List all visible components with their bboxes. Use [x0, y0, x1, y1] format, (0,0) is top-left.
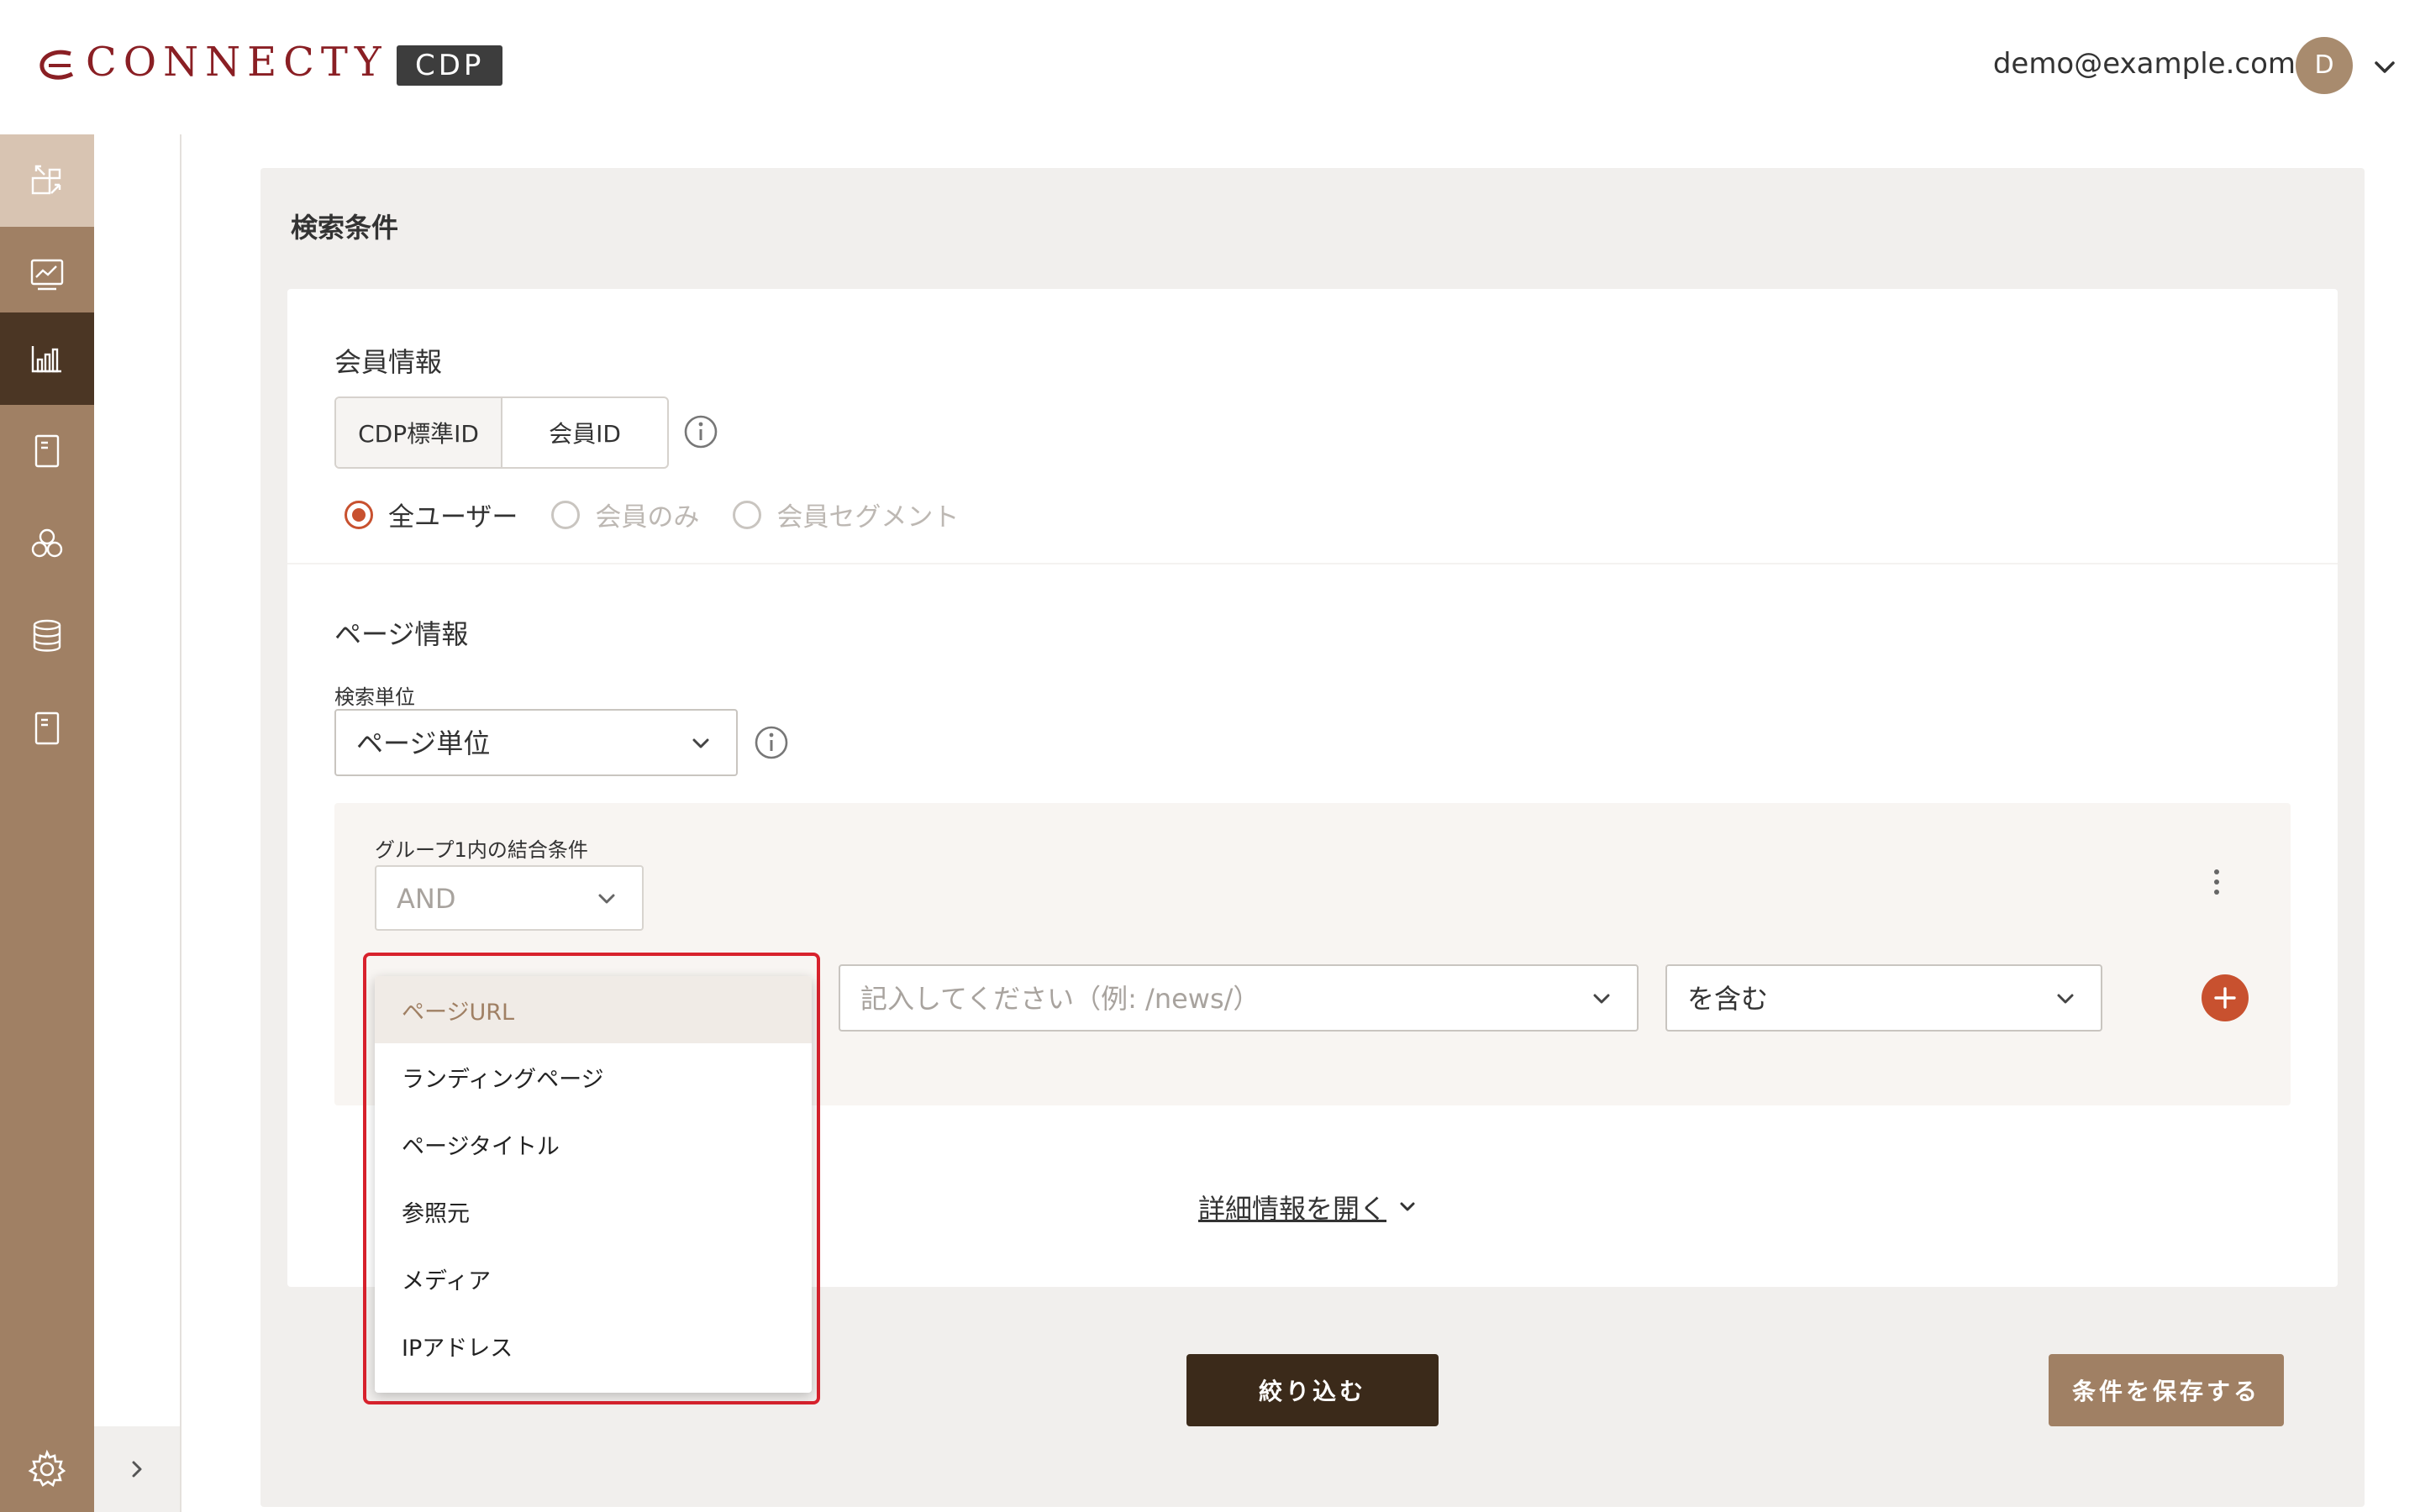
chevron-down-icon [598, 894, 615, 904]
attribute-dropdown-menu: ページURL ランディングページ ページタイトル 参照元 メディア IPアドレス [375, 976, 812, 1393]
sidebar-item-segments[interactable] [0, 497, 94, 590]
avatar[interactable]: D [2296, 37, 2353, 94]
sidebar-item-documents[interactable] [0, 405, 94, 497]
save-conditions-button[interactable]: 条件を保存する [2049, 1354, 2284, 1426]
plus-icon [2214, 987, 2236, 1009]
open-details-label: 詳細情報を開く [1198, 1193, 1387, 1225]
sidebar-item-database[interactable] [0, 590, 94, 682]
logo-badge: CDP [397, 45, 503, 86]
add-condition-button[interactable] [2202, 974, 2249, 1021]
top-header: CONNECTY CDP demo@example.com D [0, 0, 2420, 134]
logo-text: CONNECTY [86, 39, 388, 86]
operator-value: を含む [1687, 983, 1769, 1015]
open-details-link[interactable]: 詳細情報を開く [1198, 1188, 1420, 1226]
toggle-cdp-id[interactable]: CDP標準ID [336, 398, 502, 467]
chevron-down-icon [1400, 1202, 1415, 1211]
radio-label: 全ユーザー [388, 502, 518, 533]
page-title: 検索条件 [291, 212, 399, 244]
chevron-down-icon [2057, 994, 2074, 1004]
chevron-down-icon [1593, 994, 1610, 1004]
radio-label: 会員セグメント [776, 502, 960, 533]
logo-mark-icon [39, 50, 74, 80]
chevron-right-icon [132, 1461, 142, 1478]
member-scope-radios: 全ユーザー 会員のみ 会員セグメント [345, 496, 992, 533]
sidebar-item-settings[interactable] [0, 1426, 94, 1512]
sidebar [0, 134, 94, 1512]
id-type-toggle: CDP標準ID 会員ID [334, 396, 669, 469]
dropdown-option-page-url[interactable]: ページURL [375, 976, 812, 1043]
user-email[interactable]: demo@example.com [1993, 47, 2296, 81]
segment-circles-icon [31, 528, 63, 558]
search-unit-label: 検索単位 [334, 685, 415, 709]
dropdown-option-media[interactable]: メディア [375, 1245, 812, 1312]
dropdown-option-landing-page[interactable]: ランディングページ [375, 1043, 812, 1110]
gear-icon [28, 1449, 66, 1488]
more-options-icon[interactable] [2207, 865, 2227, 899]
sidebar-item-analytics[interactable] [0, 312, 94, 405]
dropdown-option-ip-address[interactable]: IPアドレス [375, 1312, 812, 1379]
monitor-chart-icon [30, 259, 64, 291]
join-condition-label: グループ1内の結合条件 [375, 838, 588, 862]
sidebar-item-reports[interactable] [0, 682, 94, 774]
section-divider [287, 563, 2338, 564]
info-icon[interactable] [682, 413, 719, 450]
document-icon [34, 711, 60, 745]
join-condition-select[interactable]: AND [375, 865, 644, 931]
sidebar-item-monitor[interactable] [0, 228, 94, 321]
transfer-icon [31, 165, 61, 195]
radio-all-users[interactable]: 全ユーザー [345, 496, 518, 533]
chevron-down-icon[interactable] [2368, 50, 2402, 84]
radio-member-segment[interactable]: 会員セグメント [733, 496, 959, 533]
radio-dot [733, 500, 762, 529]
search-unit-value: ページ単位 [356, 727, 491, 759]
member-info-title: 会員情報 [334, 346, 443, 378]
condition-value-placeholder: 記入してください（例: /news/） [860, 983, 1260, 1015]
database-icon [33, 619, 61, 652]
filter-button[interactable]: 絞り込む [1186, 1354, 1439, 1426]
chevron-down-icon [692, 738, 709, 748]
page-info-title: ページ情報 [334, 618, 469, 650]
dropdown-option-page-title[interactable]: ページタイトル [375, 1110, 812, 1178]
toggle-member-id[interactable]: 会員ID [502, 398, 667, 467]
dropdown-option-referrer[interactable]: 参照元 [375, 1178, 812, 1245]
join-condition-value: AND [397, 883, 456, 915]
document-icon [34, 434, 60, 468]
radio-members-only[interactable]: 会員のみ [551, 496, 699, 533]
sidebar-item-transfer[interactable] [0, 134, 94, 227]
secondary-panel [94, 134, 182, 1512]
search-unit-select[interactable]: ページ単位 [334, 709, 738, 776]
sidebar-expand-button[interactable] [94, 1426, 180, 1512]
info-icon[interactable] [753, 724, 790, 761]
condition-value-combobox[interactable]: 記入してください（例: /news/） [839, 964, 1639, 1032]
bar-chart-icon [31, 346, 61, 373]
radio-dot [551, 500, 581, 529]
operator-select[interactable]: を含む [1665, 964, 2102, 1032]
radio-label: 会員のみ [595, 502, 700, 533]
radio-dot [345, 500, 373, 529]
